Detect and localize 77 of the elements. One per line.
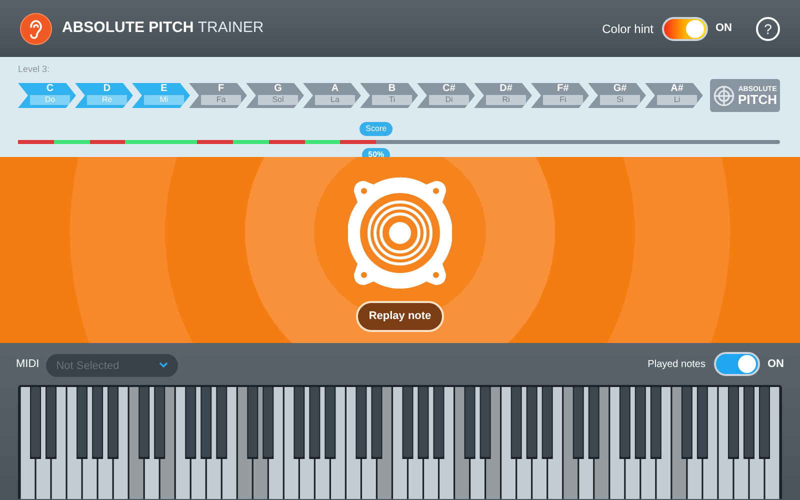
natural-key[interactable]: [688, 387, 702, 499]
natural-key[interactable]: [765, 387, 780, 499]
app-title: ABSOLUTE PITCH TRAINER: [62, 19, 264, 36]
natural-key[interactable]: [626, 387, 640, 499]
played-notes-toggle[interactable]: [714, 352, 760, 376]
natural-key[interactable]: [362, 387, 376, 499]
natural-key[interactable]: [144, 387, 159, 499]
natural-key[interactable]: [316, 387, 330, 499]
note-tab[interactable]: C Do: [18, 83, 76, 108]
natural-key[interactable]: [98, 387, 112, 499]
natural-key[interactable]: [52, 387, 66, 499]
natural-key[interactable]: [238, 387, 252, 499]
note-tab[interactable]: D# Ri: [474, 83, 532, 108]
note-tab[interactable]: F Fa: [189, 83, 247, 108]
note-tab[interactable]: D Re: [75, 83, 133, 108]
natural-key[interactable]: [610, 387, 624, 499]
natural-key[interactable]: [176, 387, 190, 499]
chevron-down-icon: [159, 362, 168, 368]
color-hint-label: Color hint: [602, 20, 654, 38]
natural-key[interactable]: [300, 387, 314, 499]
natural-key[interactable]: [393, 387, 407, 499]
natural-key[interactable]: [532, 387, 547, 499]
natural-key[interactable]: [517, 387, 532, 499]
natural-key[interactable]: [672, 387, 686, 499]
natural-key[interactable]: [486, 387, 500, 499]
natural-key[interactable]: [579, 387, 594, 499]
played-notes-label: Played notes: [648, 358, 706, 372]
midi-label: MIDI: [16, 356, 40, 372]
ear-logo-icon: [20, 12, 52, 44]
natural-key[interactable]: [548, 387, 562, 499]
natural-key[interactable]: [564, 387, 578, 499]
note-tab[interactable]: A# Li: [645, 83, 703, 108]
color-hint-toggle[interactable]: [662, 16, 708, 40]
level-label: Level 3:: [18, 63, 51, 75]
note-tab[interactable]: G Sol: [246, 83, 304, 108]
natural-key[interactable]: [160, 387, 174, 499]
natural-key[interactable]: [718, 387, 733, 499]
natural-key[interactable]: [378, 387, 392, 499]
natural-key[interactable]: [346, 387, 360, 499]
natural-key[interactable]: [734, 387, 748, 499]
natural-key[interactable]: [424, 387, 438, 499]
natural-key[interactable]: [470, 387, 484, 499]
natural-key[interactable]: [703, 387, 718, 499]
note-tab[interactable]: G# Si: [588, 83, 646, 108]
speaker-icon: [348, 177, 452, 289]
badge-text-bottom: PITCH: [738, 92, 777, 106]
note-tab[interactable]: B Ti: [360, 83, 418, 108]
natural-key[interactable]: [440, 387, 454, 499]
natural-key[interactable]: [114, 387, 128, 499]
toggle-state-label: ON: [768, 356, 784, 372]
note-tab[interactable]: A La: [303, 83, 361, 108]
natural-key[interactable]: [750, 387, 764, 499]
natural-key[interactable]: [594, 387, 609, 499]
help-button[interactable]: ?: [756, 16, 780, 40]
natural-key[interactable]: [641, 387, 656, 499]
natural-key[interactable]: [206, 387, 221, 499]
natural-key[interactable]: [82, 387, 97, 499]
natural-key[interactable]: [67, 387, 82, 499]
natural-key[interactable]: [656, 387, 671, 499]
natural-key[interactable]: [268, 387, 283, 499]
natural-key[interactable]: [191, 387, 206, 499]
natural-key[interactable]: [284, 387, 298, 499]
natural-key[interactable]: [36, 387, 50, 499]
note-tab[interactable]: C# Di: [417, 83, 475, 108]
natural-key[interactable]: [502, 387, 516, 499]
toggle-state-label: ON: [716, 21, 732, 36]
natural-key[interactable]: [408, 387, 422, 499]
natural-key[interactable]: [129, 387, 144, 499]
note-tab[interactable]: E Mi: [132, 83, 190, 108]
natural-key[interactable]: [331, 387, 345, 499]
natural-key[interactable]: [253, 387, 268, 499]
natural-key[interactable]: [20, 387, 35, 499]
replay-note-button[interactable]: Replay note: [356, 301, 444, 332]
natural-key[interactable]: [222, 387, 236, 499]
score-label: Score: [360, 122, 393, 136]
note-tab[interactable]: F# Fi: [531, 83, 589, 108]
natural-key[interactable]: [455, 387, 469, 499]
